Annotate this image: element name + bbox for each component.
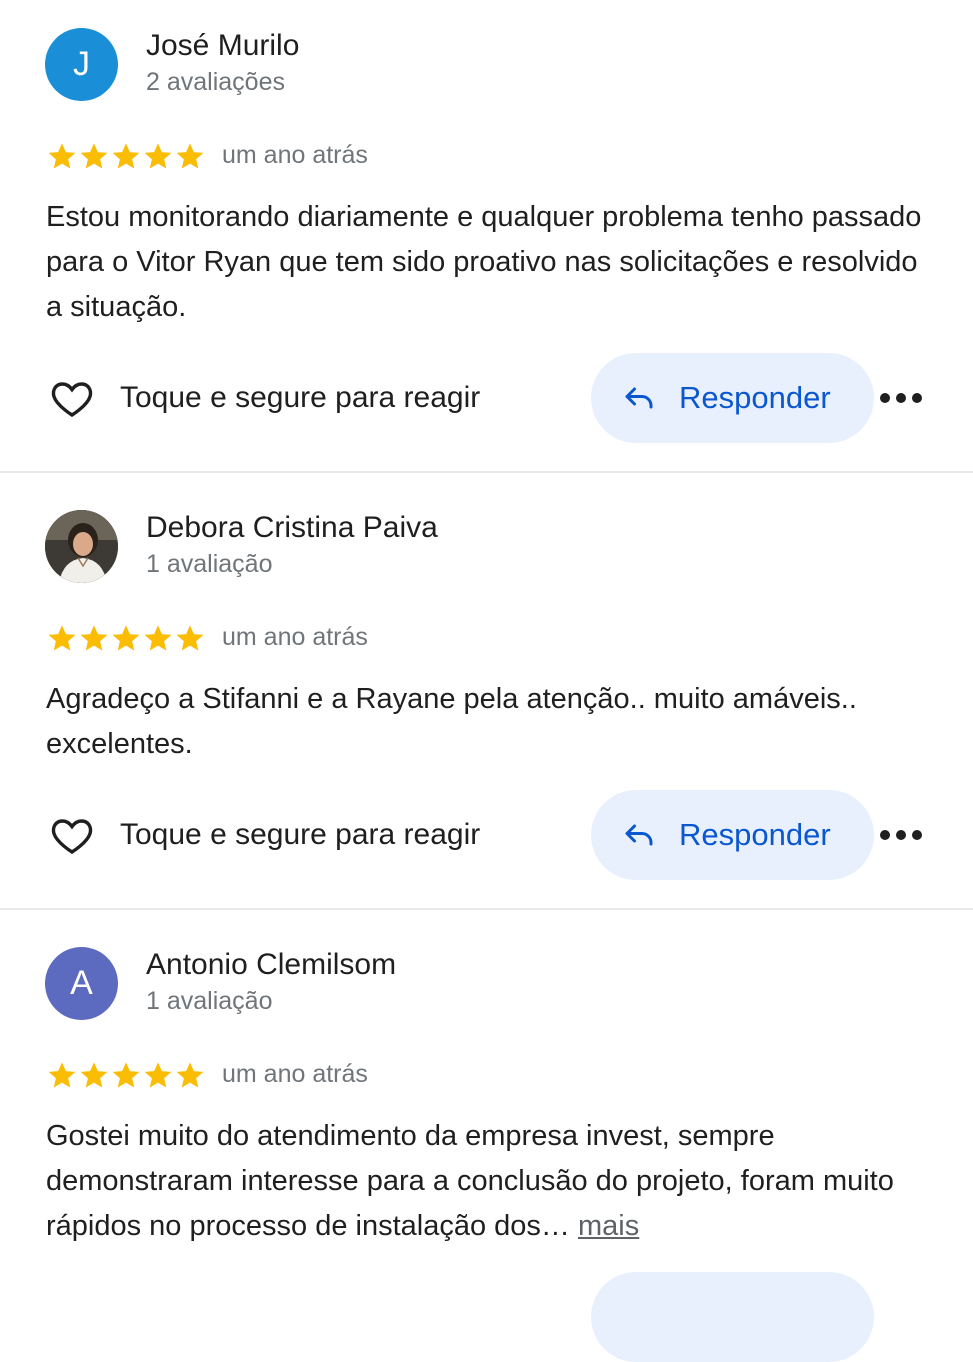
- star-icon: [80, 625, 108, 651]
- author-review-count: 1 avaliação: [146, 987, 273, 1015]
- reply-icon: [625, 387, 653, 409]
- star-icon: [112, 1062, 140, 1088]
- review-text: Gostei muito do atendimento da empresa i…: [46, 1114, 936, 1249]
- review-text-body: Gostei muito do atendimento da empresa i…: [46, 1120, 894, 1242]
- react-button[interactable]: Toque e segure para reagir: [48, 811, 480, 859]
- react-label: Toque e segure para reagir: [120, 381, 481, 414]
- star-icon: [176, 625, 204, 651]
- avatar[interactable]: J: [45, 28, 118, 101]
- review-time: um ano atrás: [222, 141, 368, 169]
- avatar-letter: A: [70, 964, 93, 1002]
- author-review-count: 2 avaliações: [146, 68, 285, 96]
- star-rating: [46, 140, 206, 172]
- review-text: Estou monitorando diariamente e qualquer…: [46, 201, 922, 323]
- react-label: Toque e segure para reagir: [120, 818, 481, 851]
- star-icon: [176, 1062, 204, 1088]
- author-review-count: 1 avaliação: [146, 550, 273, 578]
- review-card: J José Murilo 2 avaliações um ano atrás …: [0, 0, 973, 473]
- avatar[interactable]: [45, 510, 118, 583]
- star-icon: [176, 143, 204, 169]
- star-icon: [144, 143, 172, 169]
- reply-icon: [625, 824, 653, 846]
- profile-photo: [45, 510, 118, 583]
- review-time: um ano atrás: [222, 623, 368, 651]
- reply-label: Responder: [679, 380, 831, 415]
- author-name[interactable]: José Murilo: [146, 29, 299, 63]
- avatar-letter: J: [73, 45, 90, 83]
- reply-label: Responder: [679, 817, 831, 852]
- review-time: um ano atrás: [222, 1060, 368, 1088]
- reply-button[interactable]: Responder: [591, 790, 874, 880]
- read-more-link[interactable]: mais: [578, 1210, 639, 1242]
- star-icon: [80, 143, 108, 169]
- star-rating: [46, 622, 206, 654]
- star-icon: [48, 143, 76, 169]
- star-icon: [48, 625, 76, 651]
- star-icon: [144, 625, 172, 651]
- star-icon: [144, 1062, 172, 1088]
- author-name[interactable]: Debora Cristina Paiva: [146, 511, 438, 545]
- heart-icon: [51, 819, 93, 854]
- more-options-icon[interactable]: [880, 825, 922, 845]
- star-icon: [112, 625, 140, 651]
- avatar[interactable]: A: [45, 947, 118, 1020]
- star-icon: [48, 1062, 76, 1088]
- review-text: Agradeço a Stifanni e a Rayane pela aten…: [46, 683, 857, 760]
- star-icon: [80, 1062, 108, 1088]
- react-button[interactable]: Toque e segure para reagir: [48, 374, 480, 422]
- reply-button[interactable]: [591, 1272, 874, 1362]
- star-icon: [112, 143, 140, 169]
- more-options-icon[interactable]: [880, 388, 922, 408]
- author-name[interactable]: Antonio Clemilsom: [146, 948, 396, 982]
- review-card: Debora Cristina Paiva 1 avaliação um ano…: [0, 473, 973, 910]
- review-card: A Antonio Clemilsom 1 avaliação um ano a…: [0, 910, 973, 1362]
- heart-icon: [51, 382, 93, 417]
- star-rating: [46, 1059, 206, 1091]
- reply-button[interactable]: Responder: [591, 353, 874, 443]
